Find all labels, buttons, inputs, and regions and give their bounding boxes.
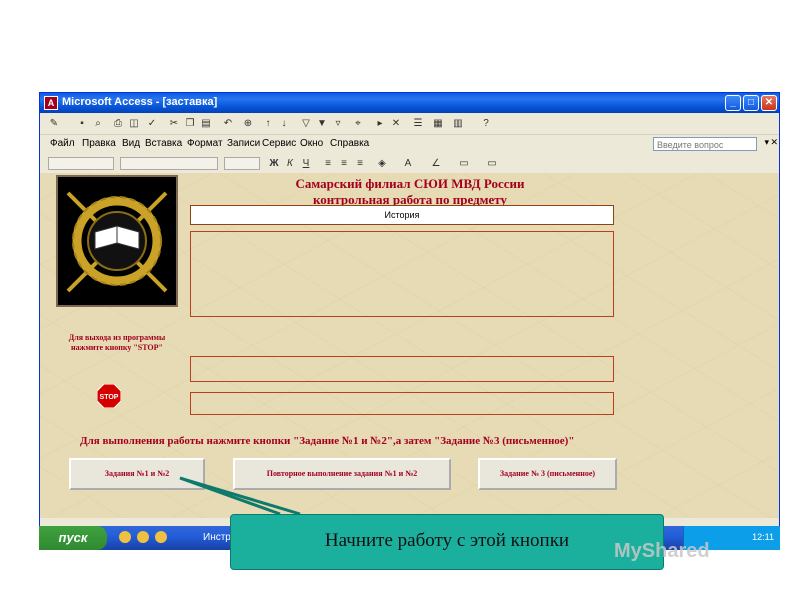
properties-icon[interactable]: ☰ <box>412 118 424 130</box>
find-icon[interactable]: ⌖ <box>352 118 364 130</box>
new-object-icon[interactable]: ▥ <box>452 118 464 130</box>
task-1-2-button[interactable]: Задания №1 и №2 <box>69 458 205 490</box>
font-color-icon[interactable]: A <box>402 158 414 170</box>
help-icon[interactable]: ? <box>480 118 492 130</box>
align-center-icon[interactable]: ≡ <box>338 158 350 170</box>
bold-icon[interactable]: Ж <box>268 158 280 170</box>
hyperlink-icon[interactable]: ⊕ <box>242 118 254 130</box>
design-view-icon[interactable]: ✎ <box>48 118 60 130</box>
answer-box-1[interactable] <box>190 356 614 382</box>
italic-icon[interactable]: К <box>284 158 296 170</box>
search-icon[interactable]: ⌕ <box>92 118 104 130</box>
menu-help[interactable]: Справка <box>330 138 369 149</box>
standard-toolbar: ✎ ▪ ⌕ ⎙ ◫ ✓ ✂ ❐ ▤ ↶ ⊕ ↑ ↓ ▽ ▼ ▿ ⌖ ▸ ✕ ☰ … <box>40 114 779 135</box>
object-combo[interactable] <box>48 157 114 170</box>
align-right-icon[interactable]: ≡ <box>354 158 366 170</box>
sort-desc-icon[interactable]: ↓ <box>278 118 290 130</box>
copy-icon[interactable]: ❐ <box>184 118 196 130</box>
quicklaunch-icon[interactable] <box>155 531 167 543</box>
window-title: Microsoft Access - [заставка] <box>62 96 218 108</box>
sort-asc-icon[interactable]: ↑ <box>262 118 274 130</box>
apply-filter-icon[interactable]: ▿ <box>332 118 344 130</box>
font-combo[interactable] <box>120 157 218 170</box>
emblem-image <box>56 175 178 307</box>
stop-label: STOP <box>100 394 119 401</box>
exit-hint: Для выхода из программы нажмите кнопку "… <box>68 333 166 352</box>
menu-window[interactable]: Окно <box>300 138 323 149</box>
task-text-box[interactable] <box>190 231 614 317</box>
formatting-toolbar: Ж К Ч ≡ ≡ ≡ ◈ A ∠ ▭ ▭ <box>40 154 779 175</box>
menu-insert[interactable]: Вставка <box>145 138 182 149</box>
chevron-down-icon[interactable]: ▾ <box>764 137 769 148</box>
delete-record-icon[interactable]: ✕ <box>390 118 402 130</box>
close-button[interactable]: ✕ <box>761 95 777 111</box>
special-effect-icon[interactable]: ▭ <box>486 158 498 170</box>
print-icon[interactable]: ⎙ <box>112 118 124 130</box>
access-window: A Microsoft Access - [заставка] _ □ ✕ ✎ … <box>39 92 780 550</box>
quicklaunch-icon[interactable] <box>119 531 131 543</box>
task-3-button[interactable]: Задание № 3 (письменное) <box>478 458 617 490</box>
undo-icon[interactable]: ↶ <box>222 118 234 130</box>
menu-tools[interactable]: Сервис <box>262 138 296 149</box>
menu-records[interactable]: Записи <box>227 138 260 149</box>
answer-box-2[interactable] <box>190 392 614 415</box>
stop-button[interactable]: STOP <box>97 384 121 408</box>
watermark: MyShared <box>614 540 710 562</box>
spell-check-icon[interactable]: ✓ <box>146 118 158 130</box>
start-button[interactable]: пуск <box>39 526 107 550</box>
subject-field[interactable]: История <box>190 205 614 225</box>
menu-bar: Файл Правка Вид Вставка Формат Записи Се… <box>40 135 779 153</box>
title-bar: A Microsoft Access - [заставка] _ □ ✕ <box>40 93 779 113</box>
fill-color-icon[interactable]: ◈ <box>376 158 388 170</box>
underline-icon[interactable]: Ч <box>300 158 312 170</box>
database-window-icon[interactable]: ▦ <box>432 118 444 130</box>
new-record-icon[interactable]: ▸ <box>374 118 386 130</box>
shield-emblem-icon <box>58 177 176 305</box>
menu-format[interactable]: Формат <box>187 138 223 149</box>
menu-view[interactable]: Вид <box>122 138 140 149</box>
font-size-combo[interactable] <box>224 157 260 170</box>
help-question-input[interactable]: Введите вопрос <box>653 137 757 151</box>
access-icon: A <box>44 96 58 110</box>
callout-box: Начните работу с этой кнопки <box>230 514 664 570</box>
form-heading-line1: Самарский филиал СЮИ МВД России <box>295 176 525 191</box>
menu-edit[interactable]: Правка <box>82 138 116 149</box>
repeat-task-button[interactable]: Повторное выполнение задания №1 и №2 <box>233 458 451 490</box>
filter-form-icon[interactable]: ▼ <box>316 118 328 130</box>
paste-icon[interactable]: ▤ <box>200 118 212 130</box>
clock: 12:11 <box>752 532 774 542</box>
minimize-button[interactable]: _ <box>725 95 741 111</box>
instruction-text: Для выполнения работы нажмите кнопки "За… <box>80 435 575 447</box>
maximize-button[interactable]: □ <box>743 95 759 111</box>
preview-icon[interactable]: ◫ <box>128 118 140 130</box>
save-icon[interactable]: ▪ <box>76 118 88 130</box>
menu-file[interactable]: Файл <box>50 138 75 149</box>
filter-icon[interactable]: ▽ <box>300 118 312 130</box>
cut-icon[interactable]: ✂ <box>168 118 180 130</box>
quicklaunch-icon[interactable] <box>137 531 149 543</box>
splash-form: Самарский филиал СЮИ МВД России контроль… <box>40 173 779 518</box>
align-left-icon[interactable]: ≡ <box>322 158 334 170</box>
border-width-icon[interactable]: ▭ <box>458 158 470 170</box>
close-icon[interactable]: ✕ <box>770 137 778 148</box>
line-color-icon[interactable]: ∠ <box>430 158 442 170</box>
